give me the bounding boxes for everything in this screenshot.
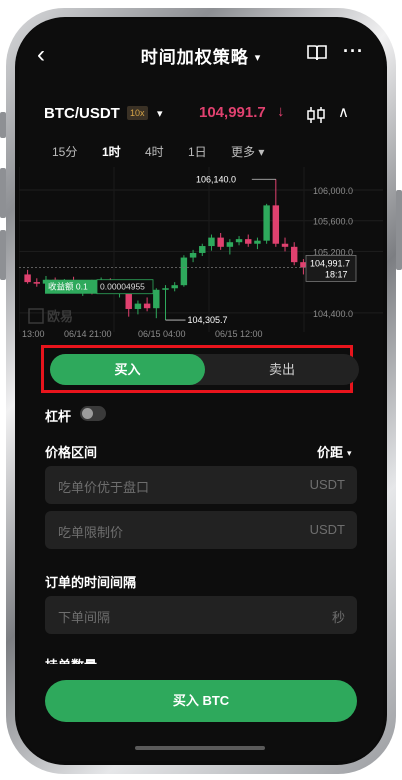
logo-icon <box>28 308 44 324</box>
candle-body <box>208 237 215 247</box>
watermark-text: 欧易 <box>47 309 73 324</box>
price-gap-label: 价距 <box>317 445 344 460</box>
home-indicator[interactable] <box>135 746 265 750</box>
top-nav: ‹ 时间加权策略 ▾ ··· <box>19 19 383 93</box>
candle-body <box>153 289 160 309</box>
interval-unit: 秒 <box>331 610 345 625</box>
chevron-down-icon: ▾ <box>254 52 262 64</box>
interval-label: 订单的时间间隔 <box>45 575 137 590</box>
app-screen: ‹ 时间加权策略 ▾ ··· BTC/USDT 10x ▾ 104,991.7 ↓… <box>19 19 383 761</box>
candle-body <box>217 237 224 247</box>
phone-side-button <box>0 112 6 138</box>
candle-body <box>199 246 206 253</box>
candle-body <box>33 282 41 284</box>
candle-body <box>24 274 31 283</box>
cost-value-label: 0.00004955 <box>100 282 145 292</box>
interval-input[interactable]: 下单间隔 秒 <box>45 596 357 634</box>
candle-body <box>134 303 142 309</box>
y-tick-label: 104,400.0 <box>313 309 353 319</box>
candle-body <box>245 239 252 244</box>
candle-body <box>180 257 188 286</box>
candlestick-icon[interactable] <box>306 107 326 123</box>
limit-price-unit: USDT <box>309 522 345 537</box>
high-label: 106,140.0 <box>196 174 236 184</box>
candle-body <box>272 205 280 244</box>
price-range-label: 价格区间 <box>45 445 98 460</box>
x-tick-label: 13:00 <box>22 329 45 337</box>
take-price-placeholder: 吃单价优于盘口 <box>58 480 150 495</box>
candle-body <box>226 242 234 247</box>
pair-symbol[interactable]: BTC/USDT <box>44 105 120 122</box>
chart-candles <box>24 179 307 321</box>
price-down-arrow-icon: ↓ <box>277 103 285 120</box>
x-tick-label: 06/15 04:00 <box>138 329 186 337</box>
candle-body <box>281 243 289 247</box>
pair-chevron-down-icon[interactable]: ▾ <box>157 107 163 120</box>
x-tick-label: 06/15 12:00 <box>215 329 263 337</box>
candle-body <box>162 288 169 290</box>
countdown-label: 18:17 <box>325 269 348 279</box>
candle-body <box>189 252 197 258</box>
price-chart[interactable]: 106,000.0105,600.0105,200.0104,400.0104,… <box>19 167 383 337</box>
last-price-label: 104,991.7 <box>310 258 350 268</box>
tab-15m[interactable]: 15分 <box>52 143 77 160</box>
buy-sell-toggle: 买入 卖出 <box>50 354 359 385</box>
leverage-toggle[interactable] <box>80 406 106 421</box>
pair-row: BTC/USDT 10x ▾ 104,991.7 ↓ ∧ <box>19 93 383 133</box>
book-icon[interactable] <box>307 45 327 61</box>
take-price-input[interactable]: 吃单价优于盘口 USDT <box>45 466 357 504</box>
strategy-title[interactable]: 时间加权策略 ▾ <box>19 43 383 68</box>
candle-body <box>143 303 151 309</box>
buy-btc-button[interactable]: 买入 BTC <box>45 680 357 722</box>
phone-power-button <box>396 190 402 270</box>
last-price: 104,991.7 <box>199 104 266 121</box>
candle-body <box>171 285 178 289</box>
chevron-up-icon[interactable]: ∧ <box>338 103 349 121</box>
candle-body <box>263 205 270 241</box>
toggle-knob <box>82 408 93 419</box>
phone-volume-up <box>0 168 6 218</box>
leverage-badge: 10x <box>127 106 148 120</box>
leverage-label: 杠杆 <box>45 409 72 424</box>
quantity-label: 挂单数量 <box>45 656 97 664</box>
limit-price-input[interactable]: 吃单限制价 USDT <box>45 511 357 549</box>
candle-body <box>290 246 298 263</box>
sell-tab[interactable]: 卖出 <box>205 354 359 385</box>
tab-more[interactable]: 更多 ▾ <box>231 143 264 160</box>
interval-placeholder: 下单间隔 <box>58 610 111 625</box>
buy-sell-toggle-highlight: 买入 卖出 <box>41 345 359 393</box>
price-gap-dropdown[interactable]: 价距 ▾ <box>317 442 352 461</box>
phone-volume-down <box>0 230 6 280</box>
strategy-title-text: 时间加权策略 <box>140 48 249 67</box>
tab-1d[interactable]: 1日 <box>188 143 207 160</box>
chevron-down-icon: ▾ <box>347 448 352 458</box>
cost-badge-label: 收益额 0.1 <box>48 282 88 292</box>
buy-tab[interactable]: 买入 <box>50 354 205 385</box>
x-tick-label: 06/14 21:00 <box>64 329 112 337</box>
more-icon[interactable]: ··· <box>343 41 364 62</box>
tab-1h[interactable]: 1时 <box>102 143 121 160</box>
low-label: 104,305.7 <box>188 315 228 325</box>
y-tick-label: 106,000.0 <box>313 186 353 196</box>
timeframe-tabs: 15分 1时 4时 1日 更多 ▾ <box>19 133 383 167</box>
limit-price-placeholder: 吃单限制价 <box>58 525 124 540</box>
tab-4h[interactable]: 4时 <box>145 143 164 160</box>
y-tick-label: 105,600.0 <box>313 217 353 227</box>
candle-body <box>235 239 243 243</box>
take-price-unit: USDT <box>309 477 345 492</box>
candle-body <box>254 240 261 244</box>
